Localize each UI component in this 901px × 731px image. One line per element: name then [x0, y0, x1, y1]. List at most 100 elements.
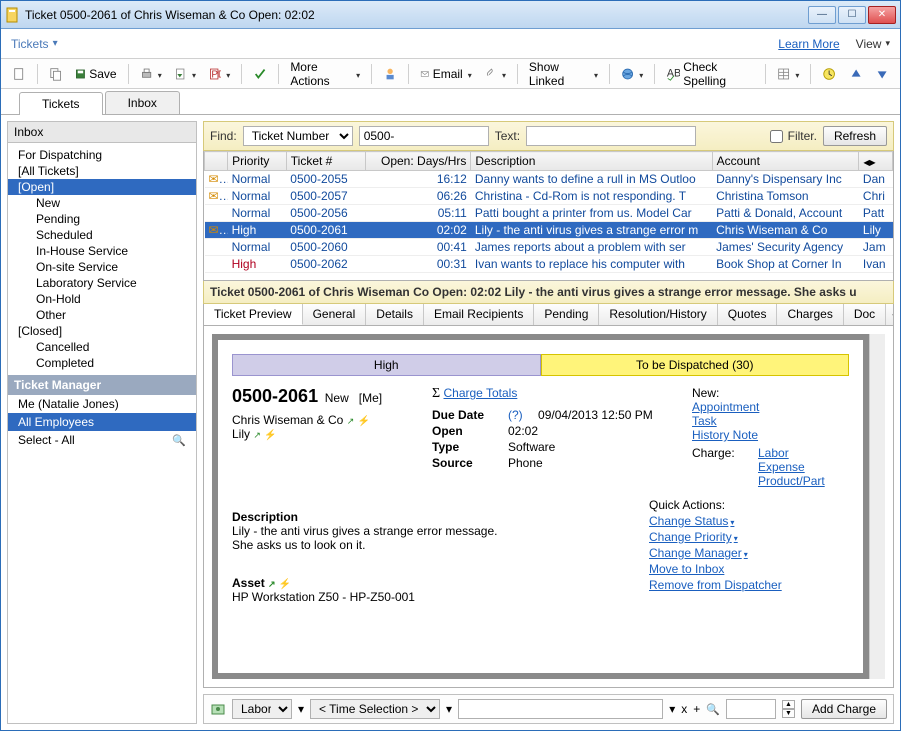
more-actions-button[interactable]: More Actions — [285, 63, 365, 85]
sidebar-item[interactable]: Cancelled — [8, 339, 196, 355]
new-link[interactable]: Task — [692, 414, 717, 428]
sidebar-item[interactable]: On-Hold — [8, 291, 196, 307]
charge-desc-input[interactable] — [458, 699, 663, 719]
module-title[interactable]: Tickets ▾ — [11, 37, 58, 51]
detail-tab[interactable]: Email Recipients — [424, 304, 534, 325]
tab-inbox[interactable]: Inbox — [105, 91, 180, 114]
charge-link[interactable]: Product/Part — [758, 474, 825, 488]
due-date-help[interactable]: (?) — [508, 408, 523, 422]
detail-tab[interactable]: Pending — [534, 304, 599, 325]
minimize-button[interactable]: — — [808, 6, 836, 24]
grid-column-header[interactable]: ◀▶ — [859, 152, 893, 171]
pdf-button[interactable]: PDF — [203, 63, 235, 85]
table-row[interactable]: ✉⚡Normal0500-205706:26Christina - Cd-Rom… — [205, 188, 893, 205]
sidebar-item[interactable]: Laboratory Service — [8, 275, 196, 291]
sidebar-item[interactable]: Other — [8, 307, 196, 323]
copy-button[interactable] — [44, 63, 68, 85]
new-link[interactable]: Appointment — [692, 400, 759, 414]
save-button[interactable]: Save — [70, 63, 121, 85]
sidebar-item[interactable]: For Dispatching — [8, 147, 196, 163]
print-button[interactable] — [135, 63, 167, 85]
attach-button[interactable] — [479, 63, 511, 85]
globe-button[interactable] — [616, 63, 648, 85]
detail-tab[interactable]: Charges — [777, 304, 843, 325]
charge-totals-link[interactable]: Charge Totals — [444, 386, 518, 400]
quick-action-link[interactable]: Change Manager — [649, 546, 849, 560]
check-button[interactable] — [248, 63, 272, 85]
detail-tab[interactable]: Quotes — [718, 304, 778, 325]
detail-tab[interactable]: General — [303, 304, 367, 325]
time-selection-select[interactable]: < Time Selection > — [310, 699, 440, 719]
sidebar-item[interactable]: [Closed] — [8, 323, 196, 339]
tab-tickets[interactable]: Tickets — [19, 92, 103, 115]
lightning-icon[interactable]: ⚡ — [358, 416, 370, 427]
add-charge-button[interactable]: Add Charge — [801, 699, 887, 719]
email-button[interactable]: Email — [415, 63, 477, 85]
table-row[interactable]: High0500-206200:31Ivan wants to replace … — [205, 256, 893, 273]
charge-type-select[interactable]: Labor — [232, 699, 292, 719]
export-button[interactable] — [169, 63, 201, 85]
clock-button[interactable] — [817, 63, 841, 85]
grid-column-header[interactable]: Open: Days/Hrs — [366, 152, 471, 171]
preview-scrollbar[interactable] — [869, 334, 885, 679]
sidebar-item[interactable]: [All Tickets] — [8, 163, 196, 179]
detail-tab[interactable]: Doc — [844, 304, 886, 325]
grid-column-header[interactable] — [205, 152, 228, 171]
search-icon[interactable] — [706, 702, 720, 716]
sidebar-item[interactable]: Scheduled — [8, 227, 196, 243]
check-spelling-button[interactable]: ABCCheck Spelling — [661, 63, 759, 85]
qty-down[interactable]: ▼ — [782, 709, 795, 718]
grid-column-header[interactable]: Ticket # — [286, 152, 366, 171]
popout-icon[interactable]: ↗ — [253, 430, 261, 440]
user-button[interactable] — [378, 63, 402, 85]
table-button[interactable] — [772, 63, 804, 85]
find-field-select[interactable]: Ticket Number — [243, 126, 353, 146]
find-value-input[interactable] — [359, 126, 489, 146]
table-row[interactable]: ✉⚡High0500-206102:02Lily - the anti viru… — [205, 222, 893, 239]
sidebar-item[interactable]: New — [8, 195, 196, 211]
new-button[interactable] — [7, 63, 31, 85]
filter-checkbox-wrap[interactable]: Filter. — [766, 127, 817, 146]
close-button[interactable]: ✕ — [868, 6, 896, 24]
quick-action-link[interactable]: Change Status — [649, 514, 849, 528]
qty-up[interactable]: ▲ — [782, 700, 795, 709]
popout-icon[interactable]: ↗ — [347, 416, 355, 426]
detail-tab[interactable]: Resolution/History — [599, 304, 717, 325]
quick-action-link[interactable]: Move to Inbox — [649, 562, 849, 576]
sidebar-manager-item[interactable]: Me (Natalie Jones) — [8, 395, 196, 413]
quick-action-link[interactable]: Remove from Dispatcher — [649, 578, 849, 592]
view-menu[interactable]: View▾ — [856, 37, 890, 51]
find-text-input[interactable] — [526, 126, 696, 146]
up-button[interactable] — [844, 63, 868, 85]
ticket-grid[interactable]: PriorityTicket #Open: Days/HrsDescriptio… — [203, 151, 894, 281]
grid-column-header[interactable]: Priority — [228, 152, 287, 171]
charge-link[interactable]: Expense — [758, 460, 805, 474]
grid-column-header[interactable]: Account — [712, 152, 859, 171]
new-link[interactable]: History Note — [692, 428, 758, 442]
sidebar-item[interactable]: [Open] — [8, 179, 196, 195]
table-row[interactable]: Normal0500-205605:11Patti bought a print… — [205, 205, 893, 222]
search-icon[interactable] — [172, 433, 186, 447]
lightning-icon[interactable]: ⚡ — [279, 579, 291, 590]
popout-icon[interactable]: ↗ — [268, 579, 276, 589]
quick-action-link[interactable]: Change Priority — [649, 530, 849, 544]
refresh-button[interactable]: Refresh — [823, 126, 887, 146]
tab-scroll-button[interactable]: ◀ — [886, 304, 894, 325]
sidebar-manager-item[interactable]: Select - All — [8, 431, 196, 449]
lightning-icon[interactable]: ⚡ — [264, 430, 276, 441]
sidebar-item[interactable]: On-site Service — [8, 259, 196, 275]
sidebar-inbox-title[interactable]: Inbox — [8, 122, 196, 143]
sidebar-item[interactable]: In-House Service — [8, 243, 196, 259]
maximize-button[interactable]: ☐ — [838, 6, 866, 24]
detail-tab[interactable]: Details — [366, 304, 424, 325]
charge-qty-input[interactable] — [726, 699, 776, 719]
sidebar-item[interactable]: Completed — [8, 355, 196, 371]
sidebar-item[interactable]: Pending — [8, 211, 196, 227]
table-row[interactable]: Normal0500-206000:41James reports about … — [205, 239, 893, 256]
detail-tab[interactable]: Ticket Preview — [204, 304, 303, 325]
table-row[interactable]: ✉⚡Normal0500-205516:12Danny wants to def… — [205, 171, 893, 188]
down-button[interactable] — [870, 63, 894, 85]
sidebar-manager-item[interactable]: All Employees — [8, 413, 196, 431]
grid-column-header[interactable]: Description — [471, 152, 712, 171]
filter-checkbox[interactable] — [770, 130, 783, 143]
